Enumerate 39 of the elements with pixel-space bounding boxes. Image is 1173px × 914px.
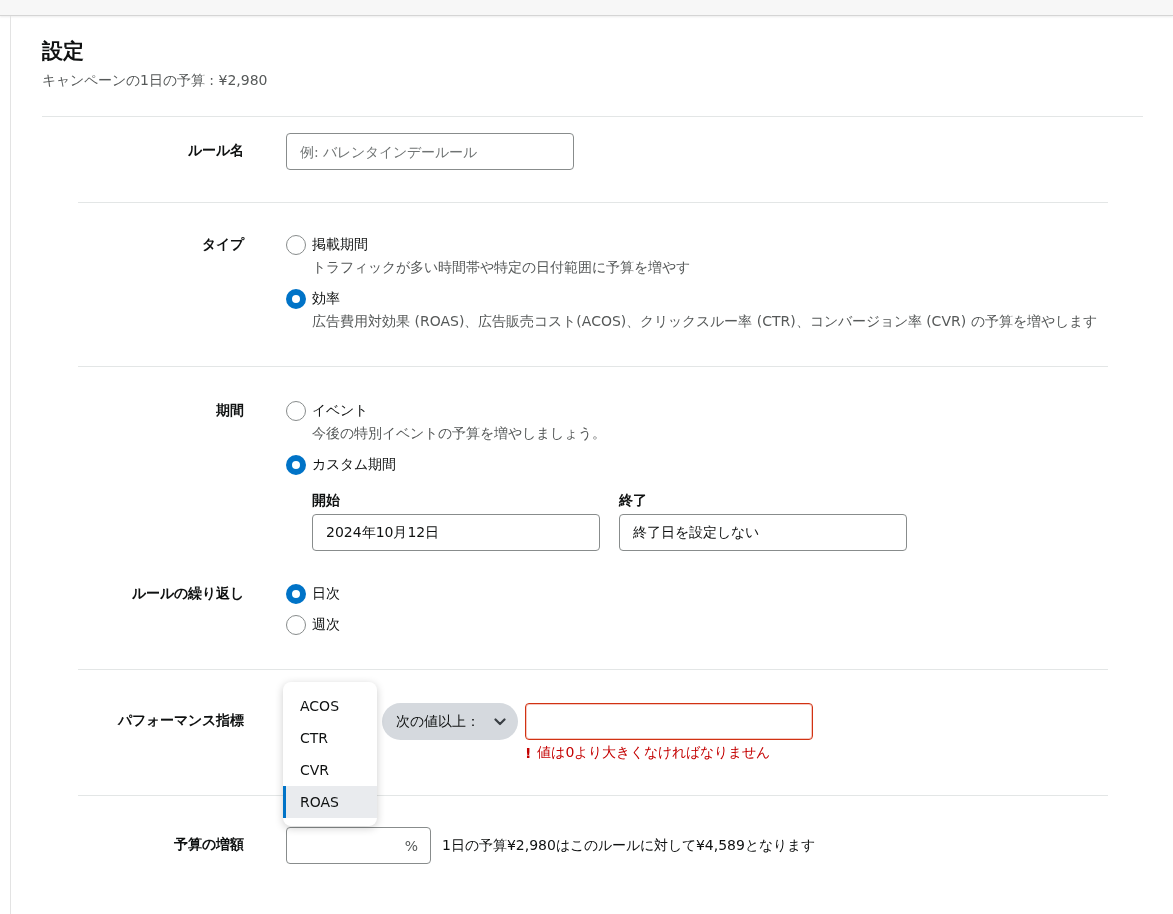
field-label: タイプ — [201, 235, 244, 254]
radio-button[interactable] — [286, 455, 306, 475]
field-label: パフォーマンス指標 — [116, 711, 244, 730]
end-date-field[interactable]: 終了日を設定しない — [619, 514, 907, 551]
radio-label: 効率 — [312, 290, 340, 308]
error-icon: ! — [525, 745, 532, 761]
budget-increase-field[interactable]: % — [286, 827, 431, 864]
option-description: 広告費用対効果 (ROAS)、広告販売コスト(ACOS)、クリックスルー率 (CTR)、コンバージョン率 (CVR) の予算を増やします — [312, 312, 1098, 331]
operator-dropdown[interactable]: 次の値以上： — [382, 703, 518, 740]
field-label: 予算の増額 — [173, 835, 244, 854]
menu-item[interactable]: CTR — [283, 722, 377, 754]
daily-budget-text: キャンペーンの1日の予算 : ¥2,980 — [42, 72, 269, 90]
page-title: 設定 — [42, 38, 85, 65]
radio-button[interactable] — [286, 615, 306, 635]
rule-name-field[interactable]: 例: バレンタインデールール — [286, 133, 574, 170]
field-label: ルール名 — [187, 141, 244, 160]
menu-item[interactable]: ROAS — [283, 786, 377, 818]
option-description: 今後の特別イベントの予算を増やしましょう。 — [312, 424, 607, 443]
radio-label: カスタム期間 — [312, 456, 396, 474]
field-label: 期間 — [215, 401, 244, 420]
radio-label: イベント — [312, 402, 368, 420]
radio-button[interactable] — [286, 289, 306, 309]
radio-label: 週次 — [312, 616, 340, 634]
chevron-down-icon — [494, 717, 506, 726]
date-label: 開始 — [312, 491, 341, 510]
menu-item[interactable]: CVR — [283, 754, 377, 786]
date-label: 終了 — [619, 491, 648, 510]
error-message: 値は0より大きくなければなりません — [537, 744, 771, 762]
radio-label: 掲載期間 — [312, 236, 368, 254]
threshold-field[interactable] — [525, 703, 813, 740]
option-description: トラフィックが多い時間帯や特定の日付範囲に予算を増やす — [312, 258, 691, 277]
radio-label: 日次 — [312, 585, 340, 603]
menu-item[interactable]: ACOS — [283, 690, 377, 722]
field-label: ルールの繰り返し — [131, 584, 244, 603]
start-date-field[interactable]: 2024年10月12日 — [312, 514, 600, 551]
budget-note: 1日の予算¥2,980はこのルールに対して¥4,589となります — [442, 836, 815, 855]
radio-button[interactable] — [286, 584, 306, 604]
radio-button[interactable] — [286, 235, 306, 255]
radio-button[interactable] — [286, 401, 306, 421]
